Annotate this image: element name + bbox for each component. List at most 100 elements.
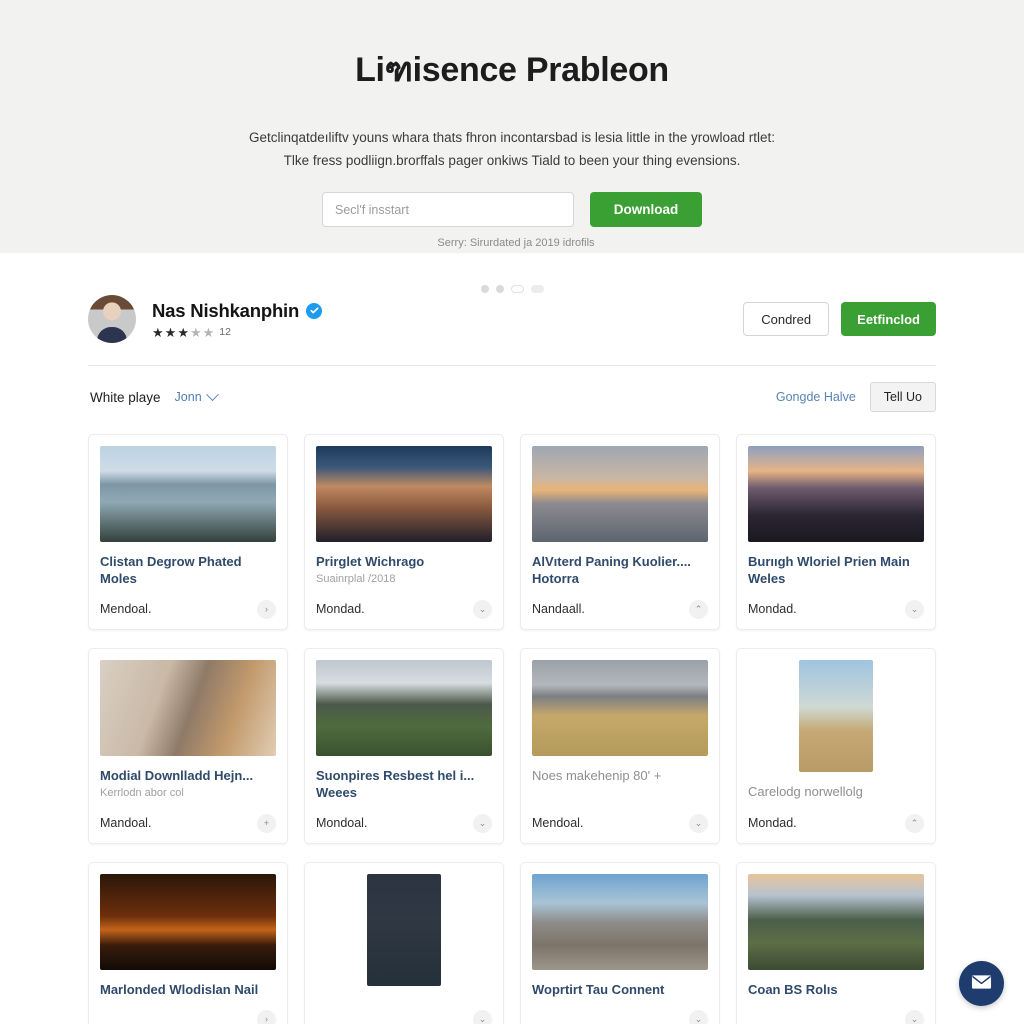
card-thumbnail xyxy=(748,873,924,970)
download-button[interactable]: Download xyxy=(590,192,702,228)
content-area: Nas Nishkanphin ★ ★ ★ ★ ★ 12 Condred Eet… xyxy=(0,253,1024,1024)
pager-dot-1[interactable] xyxy=(480,285,489,293)
card-thumbnail xyxy=(799,659,873,772)
content-card[interactable]: Woprtіrt Tau Connent ⌄ xyxy=(520,861,720,1024)
profile-header: Nas Nishkanphin ★ ★ ★ ★ ★ 12 Condred Eet… xyxy=(88,289,936,365)
card-title: Burııgh Wloriel Prien Main Weles xyxy=(748,554,910,587)
card-footer: Mondad. ⌃ xyxy=(748,802,924,833)
content-card[interactable]: Coan BS Rolıs ⌄ xyxy=(736,861,936,1024)
hero-subtitle-line-1: Getclinqatdeıliftv youns whara thats fhr… xyxy=(248,130,776,145)
chevron-down-icon[interactable]: ⌄ xyxy=(473,1010,492,1024)
star-filled-2: ★ xyxy=(164,324,177,340)
card-title: Clistan Degrow Phated Moles xyxy=(100,554,242,587)
card-title: Suonpires Resbest hel i... Weees xyxy=(316,767,475,801)
star-empty-4: ★ xyxy=(189,324,202,340)
hero-subtitle: Getclinqatdeıliftv youns whara thats fhr… xyxy=(192,126,832,172)
content-card[interactable]: Clistan Degrow Phated Moles Mendoal. › xyxy=(88,434,288,630)
card-meta: Mondoal. xyxy=(316,816,368,831)
card-footer: Mondoal. ⌄ xyxy=(316,802,492,833)
card-title: Carelodg norwellolg xyxy=(748,783,863,799)
content-card[interactable]: Suonpires Resbest hel i... Weees Mondoal.… xyxy=(304,647,504,844)
card-meta: Mendoal. xyxy=(100,602,152,617)
pagination-dots[interactable] xyxy=(88,253,936,293)
card-meta: Mondad. xyxy=(748,602,797,617)
card-title: Coan BS Rolıs xyxy=(748,981,838,997)
card-title: Prirglet Wichrago xyxy=(316,554,425,569)
filter-label: White playe xyxy=(90,389,161,405)
filter-right-group: Gongde Halve Tell Uo xyxy=(776,382,936,412)
card-thumbnail xyxy=(100,659,276,756)
secondary-action-button[interactable]: Condred xyxy=(743,302,830,336)
filter-link[interactable]: Gongde Halve xyxy=(776,390,856,404)
card-footer: Nandaall. ⌃ xyxy=(532,588,708,619)
chevron-down-icon[interactable]: ⌄ xyxy=(905,599,924,619)
card-subtitle: Kerrlodn abor col xyxy=(100,787,184,800)
card-meta: Mondad. xyxy=(748,816,797,831)
verified-check-icon xyxy=(306,302,323,319)
card-footer: ⌄ xyxy=(748,998,924,1024)
card-thumbnail xyxy=(100,446,276,542)
card-footer: ⌄ xyxy=(532,998,708,1024)
profile-identity: Nas Nishkanphin ★ ★ ★ ★ ★ 12 xyxy=(88,295,323,343)
primary-action-button[interactable]: Eetfinclod xyxy=(841,302,936,336)
star-filled-1: ★ xyxy=(152,324,164,340)
chevron-right-icon[interactable]: › xyxy=(257,1010,276,1024)
filter-action-button[interactable]: Tell Uo xyxy=(869,382,936,412)
card-title: Modial Downlladd Hejn... xyxy=(100,767,254,783)
card-title: Woprtіrt Tau Connent xyxy=(532,981,665,997)
card-thumbnail xyxy=(367,873,441,986)
chevron-down-icon[interactable]: ⌄ xyxy=(905,1010,924,1024)
content-card[interactable]: Noes makehenip 80' + Mendoal. ⌄ xyxy=(520,647,720,844)
card-footer: Mondad. ⌄ xyxy=(748,588,924,619)
content-card[interactable]: AlVıterd Paning Kuolier.... Hotorra Nanda… xyxy=(520,434,720,630)
profile-actions: Condred Eetfinclod xyxy=(743,302,936,336)
chevron-right-icon[interactable]: › xyxy=(257,599,276,619)
card-title: Marlonded Wlodislan Nail xyxy=(100,981,259,997)
pager-dot-2[interactable] xyxy=(495,285,504,293)
card-footer: ⌄ xyxy=(316,998,492,1024)
card-subtitle: Suainrplal /2018 xyxy=(316,573,396,586)
card-grid: Clistan Degrow Phated Moles Mendoal. › Prir… xyxy=(88,428,936,1024)
plus-icon[interactable]: + xyxy=(257,813,276,833)
content-card[interactable]: ⌄ xyxy=(304,861,504,1024)
card-meta: Mendoal. xyxy=(532,816,584,831)
mail-envelope-icon xyxy=(971,974,992,993)
chevron-down-icon[interactable]: ⌄ xyxy=(473,599,492,619)
card-footer: Mandoal. + xyxy=(100,802,276,833)
chevron-up-icon[interactable]: ⌃ xyxy=(905,813,924,833)
filter-left-group: White playe Jonn xyxy=(90,387,219,405)
filter-dropdown-value: Jonn xyxy=(174,390,202,404)
content-card[interactable]: Marlonded Wlodislan Nail › xyxy=(88,861,288,1024)
chevron-up-icon[interactable]: ⌃ xyxy=(689,599,708,619)
content-card[interactable]: Burııgh Wloriel Prien Main Weles Mondad. ⌄ xyxy=(736,434,936,630)
card-thumbnail xyxy=(316,446,492,542)
profile-text-block: Nas Nishkanphin ★ ★ ★ ★ ★ 12 xyxy=(152,299,323,339)
hero-download-form: Download xyxy=(0,192,1024,228)
chevron-down-icon[interactable]: ⌄ xyxy=(473,813,492,833)
card-meta: Nandaall. xyxy=(532,602,585,617)
pager-pill-4[interactable] xyxy=(530,285,544,293)
pager-pill-3[interactable] xyxy=(510,285,524,293)
filter-bar: White playe Jonn Gongde Halve Tell Uo xyxy=(88,366,936,428)
content-card[interactable]: Carelodg norwellolg Mondad. ⌃ xyxy=(736,647,936,844)
content-card[interactable]: Prirglet Wichrago Suainrplal /2018 Mondad.… xyxy=(304,434,504,630)
profile-name-line: Nas Nishkanphin xyxy=(152,299,323,322)
page-title: Liฑisence Prableon xyxy=(355,51,669,89)
card-thumbnail xyxy=(748,446,924,542)
chevron-down-icon[interactable]: ⌄ xyxy=(689,813,708,833)
hero-subtitle-line-2: Tlke fress podliign.brorffals pager onki… xyxy=(283,153,741,169)
page-root: Liฑisence Prableon Getclinqatdeıliftv yo… xyxy=(0,0,1024,1024)
avatar xyxy=(88,295,136,343)
profile-name: Nas Nishkanphin xyxy=(152,299,300,321)
chevron-down-icon[interactable]: ⌄ xyxy=(689,1010,708,1024)
star-empty-5: ★ xyxy=(202,324,215,340)
rating-stars: ★ ★ ★ ★ ★ 12 xyxy=(152,326,322,339)
filter-dropdown[interactable]: Jonn xyxy=(174,387,219,404)
card-meta: Mondad. xyxy=(316,602,365,617)
chat-fab-button[interactable] xyxy=(959,961,1004,1006)
content-card[interactable]: Modial Downlladd Hejn... Kerrlodn abor co… xyxy=(88,647,288,844)
chevron-down-icon xyxy=(205,387,219,401)
card-thumbnail xyxy=(532,446,708,542)
search-input[interactable] xyxy=(322,192,574,228)
card-title: AlVıterd Paning Kuolier.... Hotorra xyxy=(532,554,691,587)
